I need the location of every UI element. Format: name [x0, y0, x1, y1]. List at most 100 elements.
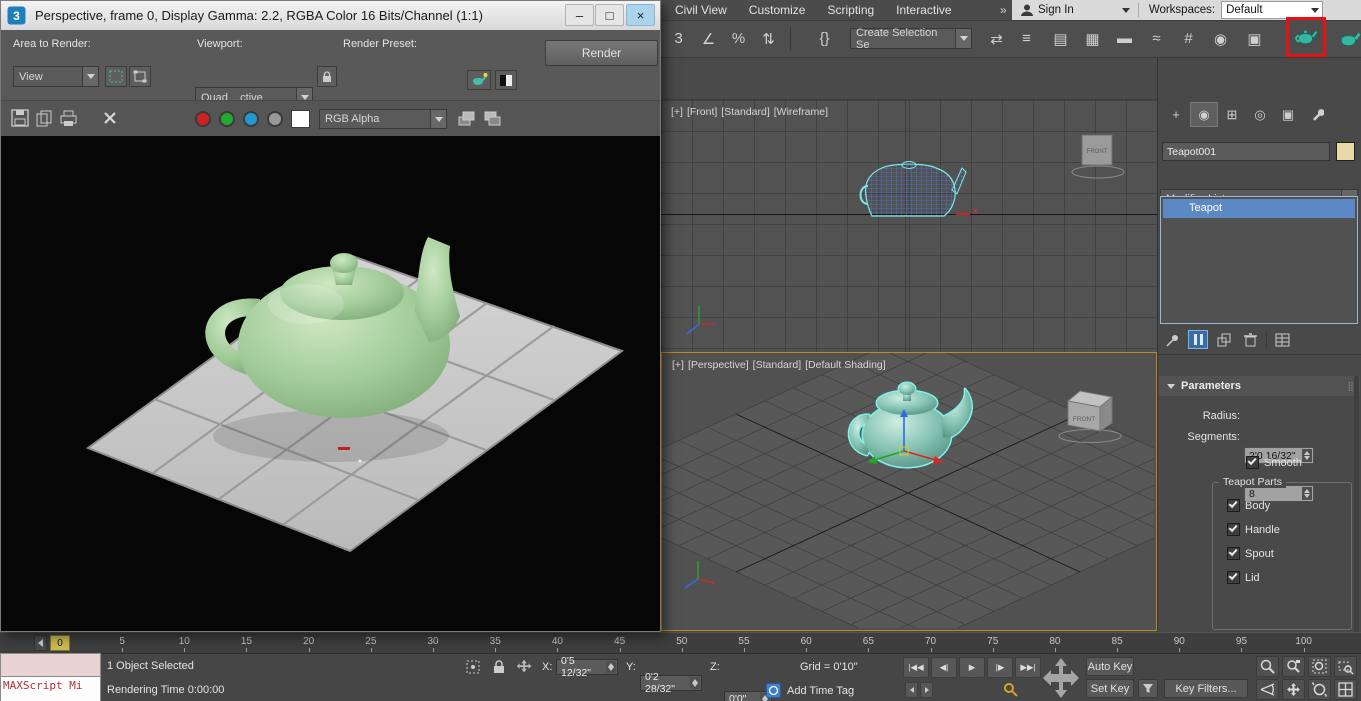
- viewport-label-segment[interactable]: [Wireframe]: [774, 106, 828, 118]
- maximize-viewport-icon[interactable]: [1334, 679, 1357, 700]
- timeline-tick[interactable]: 5: [91, 634, 153, 652]
- menu-item[interactable]: Civil View: [664, 0, 738, 20]
- timeline-tick[interactable]: 75: [962, 634, 1024, 652]
- edit-region-icon[interactable]: [105, 66, 127, 87]
- timeline-tick[interactable]: 40: [526, 634, 588, 652]
- zoom-all-icon[interactable]: [1282, 656, 1305, 677]
- next-key-button[interactable]: [920, 682, 933, 698]
- schematic-view-icon[interactable]: #: [1174, 24, 1203, 53]
- area-to-render-combo[interactable]: View: [13, 66, 99, 87]
- sign-in-button[interactable]: Sign In: [1038, 4, 1074, 16]
- rendered-frame-window[interactable]: 3 Perspective, frame 0, Display Gamma: 2…: [0, 0, 661, 632]
- part-checkbox-row[interactable]: Body: [1227, 499, 1280, 512]
- zoom-icon[interactable]: [1256, 656, 1279, 677]
- timeline-left-arrow[interactable]: [34, 635, 47, 651]
- viewcube-front[interactable]: FRONT: [1066, 130, 1130, 185]
- timeline-tick[interactable]: 55: [713, 634, 775, 652]
- ribbon-toggle-icon[interactable]: ▬: [1110, 24, 1139, 53]
- auto-key-button[interactable]: Auto Key: [1086, 657, 1134, 676]
- field-of-view-icon[interactable]: [1256, 679, 1279, 700]
- render-production-button[interactable]: [1286, 17, 1326, 57]
- part-checkbox[interactable]: [1227, 523, 1240, 536]
- part-checkbox-row[interactable]: Handle: [1227, 523, 1280, 536]
- render-button[interactable]: Render: [545, 40, 658, 66]
- viewport-label-segment[interactable]: [+]: [671, 106, 683, 118]
- tab-motion[interactable]: ◎: [1246, 102, 1274, 127]
- background-color-swatch[interactable]: [291, 110, 310, 128]
- parameters-rollout-header[interactable]: Parameters ⣿: [1159, 376, 1360, 396]
- add-time-tag-label[interactable]: Add Time Tag: [787, 685, 854, 697]
- orbit-icon[interactable]: [1308, 679, 1331, 700]
- transport-button[interactable]: ▶▶|: [1015, 657, 1041, 678]
- viewcube-perspective[interactable]: FRONT: [1050, 379, 1130, 450]
- edit-named-sets-icon[interactable]: {}: [810, 24, 839, 53]
- x-coordinate-field[interactable]: 0'5 12/32": [556, 655, 618, 679]
- sign-in-chevron-icon[interactable]: [1121, 7, 1130, 13]
- absolute-mode-icon[interactable]: [516, 658, 534, 681]
- object-name-field[interactable]: Teapot001: [1162, 142, 1330, 161]
- timeline-tick[interactable]: 85: [1086, 634, 1148, 652]
- viewport-label-segment[interactable]: [Front]: [687, 106, 717, 118]
- timeline-tick[interactable]: 100: [1273, 634, 1335, 652]
- angle-snap-icon[interactable]: ∠: [694, 24, 723, 53]
- timeline-tick[interactable]: 95: [1210, 634, 1272, 652]
- mirror-icon[interactable]: ⇄: [982, 24, 1011, 53]
- part-checkbox[interactable]: [1227, 571, 1240, 584]
- make-unique-icon[interactable]: [1214, 331, 1234, 349]
- tab-display[interactable]: ▣: [1274, 102, 1302, 127]
- rendered-image[interactable]: [1, 136, 660, 631]
- part-checkbox-row[interactable]: Lid: [1227, 571, 1280, 584]
- timeline-tick[interactable]: 45: [589, 634, 651, 652]
- modifier-stack[interactable]: Teapot: [1160, 196, 1358, 324]
- y-coordinate-field[interactable]: 0'2 28/32": [640, 671, 702, 695]
- timeline-tick[interactable]: 80: [1024, 634, 1086, 652]
- render-iterative-icon[interactable]: [1334, 24, 1361, 53]
- timeline-tick[interactable]: 60: [775, 634, 837, 652]
- green-channel-icon[interactable]: [219, 111, 235, 127]
- percent-snap-icon[interactable]: %: [724, 24, 753, 53]
- timeline-tick[interactable]: 15: [215, 634, 277, 652]
- pan-icon[interactable]: [1282, 679, 1305, 700]
- isolate-selection-icon[interactable]: [464, 658, 482, 681]
- tab-hierarchy[interactable]: ⊞: [1218, 102, 1246, 127]
- object-color-swatch[interactable]: [1336, 142, 1355, 161]
- navigation-pad-icon[interactable]: [1040, 656, 1082, 701]
- z-coordinate-field[interactable]: 0'0": [724, 691, 772, 701]
- material-editor-icon[interactable]: ◉: [1206, 24, 1235, 53]
- timeline-tick[interactable]: 70: [899, 634, 961, 652]
- timeline-tick[interactable]: 50: [651, 634, 713, 652]
- menu-item[interactable]: Scripting: [816, 0, 885, 20]
- gamma-toggle-icon[interactable]: [495, 70, 517, 90]
- layer-b-icon[interactable]: [483, 109, 503, 133]
- rendered-frame-titlebar[interactable]: 3 Perspective, frame 0, Display Gamma: 2…: [1, 1, 660, 31]
- save-preset-teapot-icon[interactable]: [467, 70, 491, 90]
- render-setup-icon[interactable]: ▣: [1240, 24, 1269, 53]
- named-selection-combo[interactable]: Create Selection Se: [850, 27, 972, 51]
- menu-item[interactable]: Customize: [738, 0, 817, 20]
- snaps-toggle-icon[interactable]: 3: [664, 24, 693, 53]
- blue-channel-icon[interactable]: [243, 111, 259, 127]
- red-channel-icon[interactable]: [195, 111, 211, 127]
- transport-button[interactable]: |▶: [987, 657, 1013, 678]
- previous-key-button[interactable]: [905, 682, 918, 698]
- timeline-tick[interactable]: 65: [837, 634, 899, 652]
- timeline-tick[interactable]: 35: [464, 634, 526, 652]
- minimize-button[interactable]: –: [565, 4, 594, 26]
- radius-spinner[interactable]: [1302, 449, 1312, 462]
- maxscript-macro-row[interactable]: [0, 653, 101, 677]
- spinner-snap-icon[interactable]: ⇅: [754, 24, 783, 53]
- save-image-icon[interactable]: [11, 109, 30, 133]
- timeline[interactable]: 0 5 10 15 20 25 30 35 40 45 50 55 60 65 70 75 80 85 90 95 1…: [0, 632, 1361, 653]
- set-key-button[interactable]: Set Key: [1086, 679, 1134, 698]
- remove-modifier-icon[interactable]: [1240, 331, 1260, 349]
- maximize-button[interactable]: □: [595, 4, 624, 26]
- curve-editor-icon[interactable]: ≈: [1142, 24, 1171, 53]
- key-filters-button[interactable]: Key Filters...: [1164, 679, 1248, 698]
- zoom-region-icon[interactable]: [1334, 656, 1357, 677]
- tab-utilities[interactable]: [1302, 102, 1330, 127]
- part-checkbox[interactable]: [1227, 547, 1240, 560]
- viewport-lock-icon[interactable]: [317, 66, 337, 87]
- configure-modifier-sets-icon[interactable]: [1273, 331, 1293, 349]
- zoom-extents-icon[interactable]: [1308, 656, 1331, 677]
- timeline-tick[interactable]: 10: [153, 634, 215, 652]
